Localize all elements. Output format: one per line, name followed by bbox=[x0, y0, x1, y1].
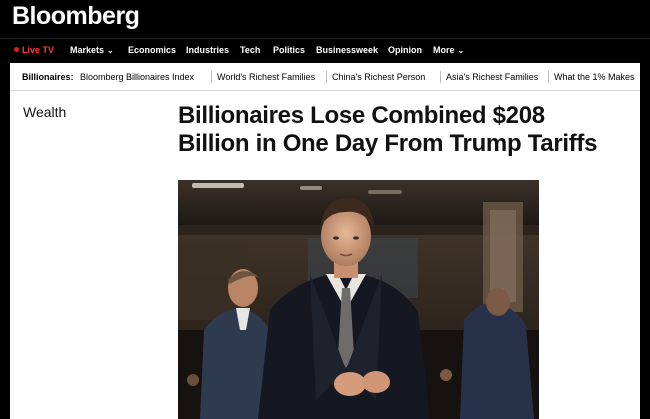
subnav-divider bbox=[326, 71, 327, 83]
subnav-divider bbox=[211, 71, 212, 83]
nav-markets-label: Markets bbox=[70, 45, 105, 55]
chevron-down-icon: ⌄ bbox=[457, 46, 465, 55]
chevron-down-icon: ⌄ bbox=[107, 46, 114, 55]
billionaires-subnav: Billionaires: Bloomberg Billionaires Ind… bbox=[10, 63, 640, 91]
subnav-label: Billionaires: bbox=[22, 72, 74, 82]
live-dot-icon bbox=[14, 47, 19, 53]
headline-line-2: Billion in One Day From Trump Tariffs bbox=[178, 130, 598, 157]
bloomberg-logo[interactable]: Bloomberg bbox=[12, 2, 140, 31]
top-header-bar: Bloomberg bbox=[0, 0, 650, 38]
nav-more-label: More bbox=[433, 45, 455, 55]
window-edge-left bbox=[0, 62, 10, 419]
hero-photo-illustration bbox=[178, 180, 539, 419]
subnav-one-percent[interactable]: What the 1% Makes bbox=[554, 72, 635, 82]
nav-live-tv[interactable]: Live TV bbox=[14, 45, 54, 55]
subnav-divider bbox=[548, 71, 549, 83]
window-edge-right bbox=[640, 62, 650, 419]
subnav-divider bbox=[440, 71, 441, 83]
nav-economics[interactable]: Economics bbox=[128, 45, 176, 55]
nav-markets[interactable]: Markets ⌄ bbox=[70, 45, 114, 55]
article-headline[interactable]: Billionaires Lose Combined $208 Billion … bbox=[178, 102, 638, 158]
subnav-richest-families[interactable]: World's Richest Families bbox=[217, 72, 315, 82]
nav-businessweek[interactable]: Businessweek bbox=[316, 45, 378, 55]
headline-line-1: Billionaires Lose Combined $208 bbox=[178, 102, 545, 129]
subnav-billionaires-index[interactable]: Bloomberg Billionaires Index bbox=[80, 72, 194, 82]
nav-opinion[interactable]: Opinion bbox=[388, 45, 422, 55]
subnav-china-richest[interactable]: China's Richest Person bbox=[332, 72, 425, 82]
nav-industries[interactable]: Industries bbox=[186, 45, 229, 55]
subnav-asia-families[interactable]: Asia's Richest Families bbox=[446, 72, 538, 82]
article-hero-image[interactable] bbox=[178, 180, 539, 419]
main-navigation: Live TV Markets ⌄ Economics Industries Te… bbox=[0, 38, 650, 63]
nav-live-tv-label: Live TV bbox=[22, 45, 55, 55]
section-label-wealth[interactable]: Wealth bbox=[23, 104, 66, 120]
nav-tech[interactable]: Tech bbox=[240, 45, 260, 55]
nav-politics[interactable]: Politics bbox=[273, 45, 305, 55]
nav-more[interactable]: More ⌄ bbox=[433, 45, 464, 55]
